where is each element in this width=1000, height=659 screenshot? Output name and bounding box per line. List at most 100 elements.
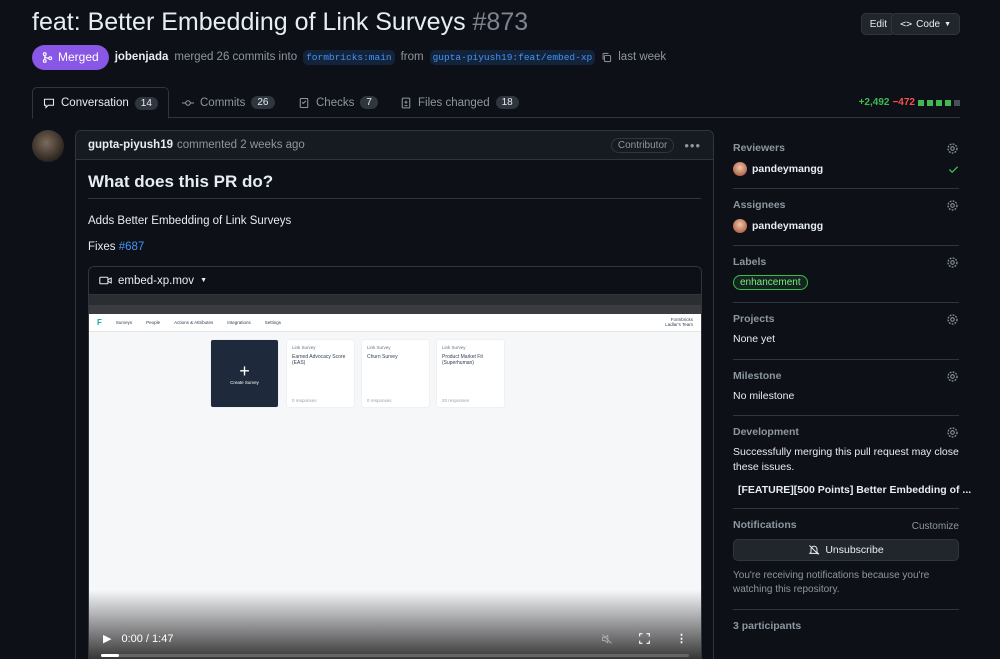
diff-square — [945, 99, 951, 106]
gear-icon[interactable] — [946, 313, 959, 326]
comment-meta: commented 2 weeks ago — [176, 139, 305, 151]
mute-icon[interactable] — [601, 633, 613, 645]
video-header[interactable]: embed-xp.mov ▼ — [89, 267, 701, 295]
unsubscribe-button[interactable]: Unsubscribe — [733, 538, 959, 561]
survey-tag: Link Survey — [442, 345, 466, 350]
code-button[interactable]: <> Code ▼ — [891, 13, 960, 35]
head-branch[interactable]: gupta-piyush19:feat/embed-xp — [429, 49, 596, 65]
survey-responses: 0 responses — [367, 398, 392, 403]
tab-conversation[interactable]: Conversation 14 — [32, 87, 169, 119]
fixes-line: Fixes #687 — [88, 241, 701, 253]
reviewer-item[interactable]: pandeymangg — [733, 162, 959, 176]
diff-square — [936, 99, 942, 106]
avatar[interactable] — [32, 130, 64, 162]
nav-people: People — [146, 320, 161, 325]
author-link[interactable]: jobenjada — [115, 51, 169, 63]
code-label: Code — [916, 18, 941, 30]
pr-number: #873 — [472, 8, 529, 36]
survey-name: Product Market Fit (Superhuman) — [442, 354, 483, 366]
assignee-item[interactable]: pandeymangg — [733, 219, 959, 233]
bookmarks-bar — [89, 305, 701, 314]
reviewers-section: Reviewers pandeymangg — [733, 132, 959, 189]
participants-section: 3 participants — [733, 610, 959, 644]
code-icon: <> — [900, 18, 913, 30]
gear-icon[interactable] — [946, 199, 959, 212]
deletions-count: −472 — [892, 97, 915, 108]
pr-sidebar: Reviewers pandeymangg Assignees pandeyma… — [733, 132, 971, 644]
tab-count: 18 — [495, 96, 519, 109]
triangle-down-icon: ▼ — [944, 20, 951, 28]
file-diff-icon — [401, 97, 411, 108]
issue-link[interactable]: #687 — [119, 241, 145, 253]
gear-icon[interactable] — [946, 370, 959, 383]
tab-count: 26 — [251, 96, 275, 109]
nav-actions: Actions & Attributes — [174, 320, 214, 325]
tab-count: 7 — [360, 96, 378, 109]
merge-time: last week — [618, 51, 667, 63]
video-player[interactable]: F Surveys People Actions & Attributes In… — [89, 295, 701, 659]
comment-heading: What does this PR do? — [88, 172, 701, 199]
gear-icon[interactable] — [946, 426, 959, 439]
nav-surveys: Surveys — [115, 320, 133, 325]
avatar — [733, 162, 747, 176]
video-progress-fill — [101, 654, 119, 657]
pr-title-text: feat: Better Embedding of Link Surveys — [32, 8, 466, 36]
pr-state-row: Merged jobenjada merged 26 commits into … — [32, 44, 666, 70]
tab-commits[interactable]: Commits 26 — [172, 87, 285, 118]
commit-icon — [182, 99, 194, 106]
labels-section: Labels enhancement — [733, 246, 959, 303]
formbricks-logo-icon: F — [97, 318, 102, 327]
tab-label: Conversation — [61, 97, 129, 109]
checks-icon — [299, 97, 309, 108]
gear-icon[interactable] — [946, 256, 959, 269]
development-section: Development Successfully merging this pu… — [733, 416, 971, 509]
more-options-icon[interactable]: ⋮ — [676, 632, 687, 645]
browser-toolbar — [89, 295, 701, 305]
tab-files-changed[interactable]: Files changed 18 — [390, 87, 529, 118]
tab-label: Files changed — [418, 96, 490, 109]
survey-responses: 0 responses — [292, 398, 317, 403]
video-filename: embed-xp.mov — [118, 274, 195, 287]
linked-issue-title: [FEATURE][500 Points] Better Embedding o… — [738, 483, 972, 496]
linked-issue[interactable]: [FEATURE][500 Points] Better Embedding o… — [733, 484, 971, 496]
projects-section: Projects None yet — [733, 303, 959, 360]
comment-author[interactable]: gupta-piyush19 — [88, 139, 173, 151]
assignees-title: Assignees — [733, 199, 786, 211]
label-enhancement[interactable]: enhancement — [733, 275, 808, 290]
team-switcher: Formbricks Ladlar's Team — [665, 317, 693, 328]
survey-tag: Link Survey — [292, 345, 316, 350]
nav-settings: Settings — [264, 320, 281, 325]
fixes-label: Fixes — [88, 241, 116, 253]
comment-icon — [43, 98, 55, 109]
tab-checks[interactable]: Checks 7 — [288, 87, 388, 118]
survey-card: Link Survey Product Market Fit (Superhum… — [437, 340, 504, 407]
app-nav: F Surveys People Actions & Attributes In… — [89, 314, 701, 332]
pr-header: feat: Better Embedding of Link Surveys #… — [32, 8, 960, 42]
tab-label: Checks — [316, 96, 355, 109]
plus-icon: + — [239, 361, 250, 381]
nav-integrations: Integrations — [227, 320, 251, 325]
gear-icon[interactable] — [946, 142, 959, 155]
milestone-value: No milestone — [733, 389, 795, 402]
comment-header: gupta-piyush19 commented 2 weeks ago Con… — [76, 131, 713, 160]
video-icon — [99, 276, 112, 285]
customize-link[interactable]: Customize — [912, 521, 959, 532]
video-attachment: embed-xp.mov ▼ F Surveys People Actions … — [88, 266, 702, 659]
pr-tabs: Conversation 14 Commits 26 Checks 7 File… — [32, 87, 960, 119]
play-icon[interactable]: ▶ — [103, 632, 111, 645]
diff-square — [954, 99, 960, 106]
diff-square — [927, 99, 933, 106]
copy-icon[interactable] — [601, 52, 612, 63]
survey-card: Link Survey Churn Survey 0 responses — [362, 340, 429, 407]
check-icon — [948, 165, 959, 173]
video-progress[interactable] — [101, 654, 689, 657]
development-title: Development — [733, 426, 799, 439]
base-branch[interactable]: formbricks:main — [303, 49, 395, 65]
contributor-badge: Contributor — [610, 137, 675, 153]
video-controls: ▶ 0:00 / 1:47 ⋮ — [89, 590, 701, 659]
fullscreen-icon[interactable] — [639, 633, 650, 644]
avatar — [733, 219, 747, 233]
participants-title: 3 participants — [733, 619, 802, 632]
kebab-icon[interactable]: ••• — [684, 138, 701, 153]
comment-body: What does this PR do? Adds Better Embedd… — [76, 160, 713, 265]
